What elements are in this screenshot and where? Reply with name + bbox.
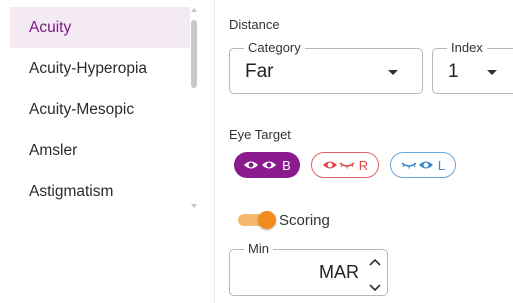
min-stepper[interactable] [369,258,381,292]
test-item-astigmatism[interactable]: Astigmatism [10,171,190,212]
scoring-label: Scoring [279,212,330,229]
category-select[interactable]: Category Far [229,40,423,94]
index-select[interactable]: Index 1 [432,40,513,94]
distance-label: Distance [229,17,280,32]
test-list: Acuity Acuity-Hyperopia Acuity-Mesopic A… [10,7,190,212]
test-item-amsler[interactable]: Amsler [10,130,190,171]
test-item-acuity-mesopic[interactable]: Acuity-Mesopic [10,89,190,130]
test-sidebar: Acuity Acuity-Hyperopia Acuity-Mesopic A… [0,0,205,303]
chevron-up-icon[interactable] [369,258,381,266]
index-legend: Index [447,40,487,56]
min-value: MAR [319,262,359,282]
test-item-acuity-hyperopia[interactable]: Acuity-Hyperopia [10,48,190,89]
min-field[interactable]: Min MAR [229,241,388,296]
closed-eye-icon [401,161,433,169]
caret-down-icon [487,70,497,75]
scroll-up-icon[interactable] [191,8,197,12]
chevron-down-icon[interactable] [369,284,381,292]
scroll-down-icon[interactable] [191,204,197,208]
min-legend: Min [244,241,273,257]
eye-target-both-label: B [282,157,291,173]
caret-down-icon [388,70,398,75]
eye-icon [244,161,277,169]
scroll-thumb[interactable] [191,20,197,88]
category-legend: Category [244,40,305,56]
test-item-acuity[interactable]: Acuity [10,7,190,48]
category-value: Far [245,61,274,82]
eye-target-label: Eye Target [229,127,291,142]
panel-divider [214,0,215,303]
eye-target-right-chip[interactable]: R [311,152,379,178]
eye-target-both-chip[interactable]: B [234,152,300,178]
scoring-toggle[interactable] [236,211,276,229]
eye-icon [322,161,355,169]
eye-target-left-label: L [437,157,446,173]
eye-target-right-label: R [358,157,369,173]
eye-target-left-chip[interactable]: L [390,152,456,178]
index-value: 1 [448,61,459,82]
settings-panel: Distance Category Far Index 1 Eye Target… [229,0,513,303]
sidebar-scrollbar[interactable] [190,8,198,208]
toggle-thumb [258,211,276,229]
